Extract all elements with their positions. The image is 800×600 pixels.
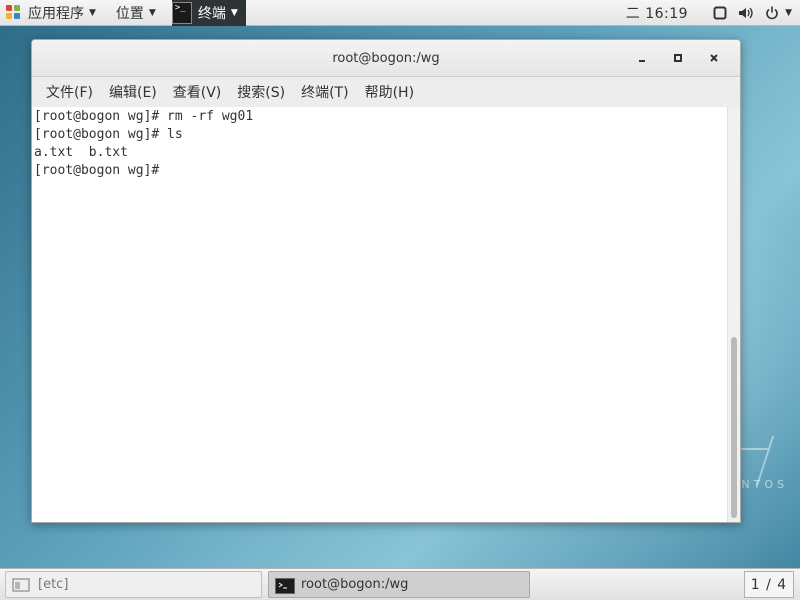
taskbar-item-label: root@bogon:/wg (301, 577, 409, 592)
taskbar-item-label: [etc] (38, 577, 69, 592)
top-panel: 应用程序 ▼ 位置 ▼ >_ 终端 ▼ 二 16:19 ▼ (0, 0, 800, 26)
terminal-line: [root@bogon wg]# rm -rf wg01 (34, 109, 254, 124)
menu-edit[interactable]: 编辑(E) (101, 82, 165, 102)
taskbar-item-etc[interactable]: [etc] (5, 571, 262, 598)
terminal-app-icon: >_ (171, 1, 192, 24)
menu-help[interactable]: 帮助(H) (357, 82, 422, 102)
active-app-label: 终端 (197, 5, 226, 22)
close-button[interactable] (696, 40, 732, 76)
applications-menu[interactable]: 应用程序 ▼ (0, 0, 102, 26)
terminal-output[interactable]: [root@bogon wg]# rm -rf wg01 [root@bogon… (32, 107, 727, 522)
active-app-menu[interactable]: >_ 终端 ▼ (171, 0, 246, 26)
chevron-down-icon[interactable]: ▼ (785, 8, 792, 18)
terminal-window: root@bogon:/wg 文件(F) 编辑(E) 查看(V) 搜索(S) 终… (31, 39, 741, 523)
system-tray: 二 16:19 ▼ (626, 0, 800, 26)
chevron-down-icon: ▼ (89, 7, 96, 18)
bottom-panel: [etc] root@bogon:/wg 1 / 4 (0, 568, 800, 600)
window-controls (624, 40, 732, 76)
terminal-scrollbar[interactable] (727, 107, 740, 522)
workspace-switcher[interactable]: 1 / 4 (744, 571, 794, 598)
menu-view[interactable]: 查看(V) (165, 82, 230, 102)
menu-search[interactable]: 搜索(S) (229, 82, 293, 102)
chevron-down-icon: ▼ (230, 7, 238, 18)
power-icon[interactable] (764, 5, 780, 21)
menu-terminal[interactable]: 终端(T) (293, 82, 356, 102)
terminal-line: [root@bogon wg]# ls (34, 127, 183, 142)
places-label: 位置 (115, 5, 144, 22)
applications-label: 应用程序 (28, 5, 84, 22)
window-title: root@bogon:/wg (332, 50, 440, 66)
volume-icon[interactable] (738, 5, 754, 21)
chevron-down-icon: ▼ (148, 7, 156, 18)
menubar: 文件(F) 编辑(E) 查看(V) 搜索(S) 终端(T) 帮助(H) (32, 77, 740, 108)
terminal-line: a.txt b.txt (34, 145, 128, 160)
scrollbar-thumb[interactable] (731, 337, 737, 518)
clock[interactable]: 二 16:19 (626, 3, 688, 23)
screen-icon[interactable] (712, 5, 728, 21)
minimize-button[interactable] (624, 40, 660, 76)
window-list-icon (12, 577, 30, 592)
taskbar-item-terminal[interactable]: root@bogon:/wg (268, 571, 530, 598)
menu-file[interactable]: 文件(F) (38, 82, 101, 102)
terminal-icon (275, 577, 295, 594)
applications-icon (6, 4, 22, 21)
places-menu[interactable]: 位置 ▼ (102, 0, 162, 26)
window-titlebar[interactable]: root@bogon:/wg (32, 40, 740, 77)
terminal-line: [root@bogon wg]# (34, 163, 168, 178)
centos-watermark: NTOS (741, 478, 788, 491)
maximize-button[interactable] (660, 40, 696, 76)
